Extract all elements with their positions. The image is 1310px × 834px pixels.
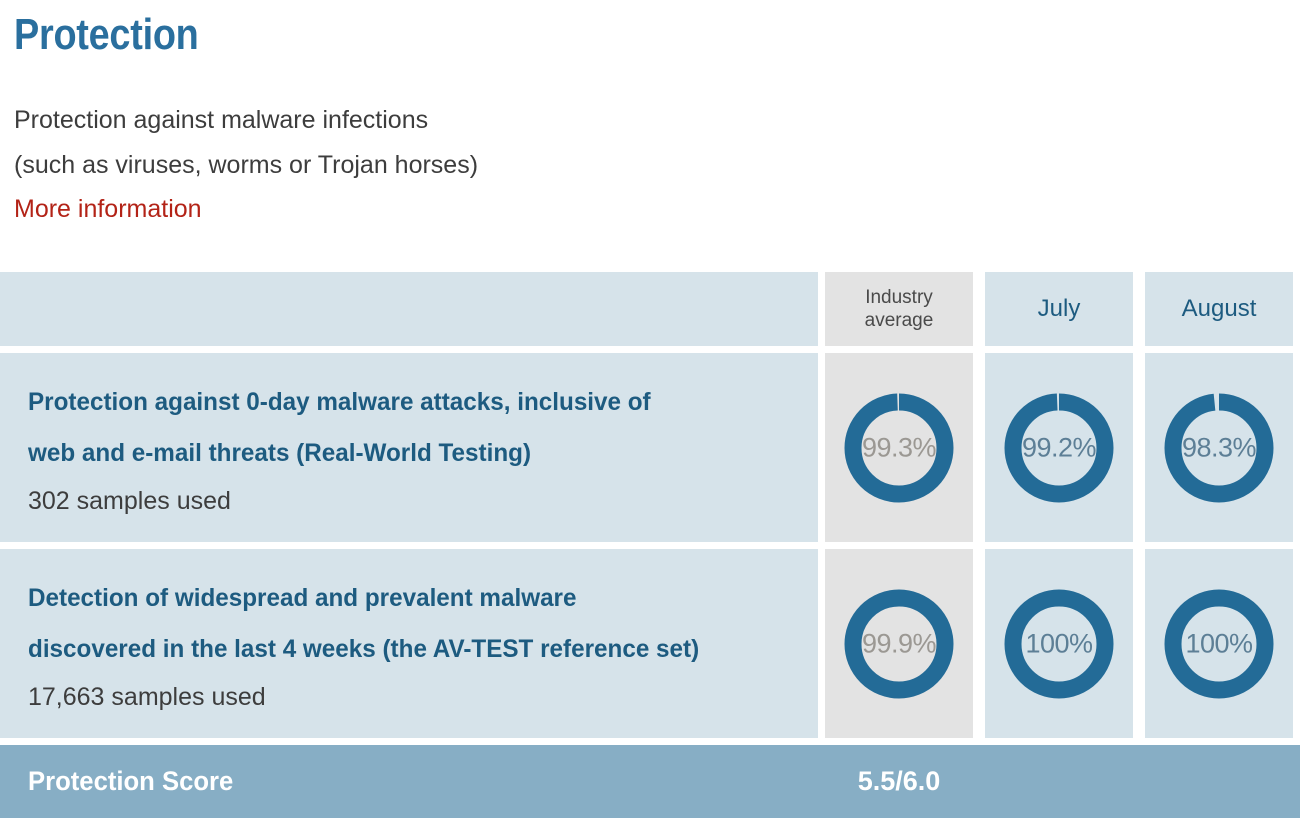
row-2-july-value: 100% <box>1025 628 1093 658</box>
row-2-title-line-1: Detection of widespread and prevalent ma… <box>28 584 577 612</box>
row-1-title-line-1: Protection against 0-day malware attacks… <box>28 388 651 416</box>
row-1-july-cell: 99.2% <box>985 353 1133 542</box>
table-row: Detection of widespread and prevalent ma… <box>0 549 1310 738</box>
protection-score-bar: Protection Score 5.5/6.0 <box>0 745 1300 818</box>
donut-chart-row-1-august: 98.3% <box>1160 389 1278 507</box>
intro-section: Protection Protection against malware in… <box>0 0 1310 231</box>
donut-chart-row-1-july: 99.2% <box>1000 389 1118 507</box>
description-block: Protection against malware infections (s… <box>14 98 1310 231</box>
row-2-title-line-2: discovered in the last 4 weeks (the AV-T… <box>28 635 700 663</box>
row-2-august-cell: 100% <box>1145 549 1293 738</box>
row-1-industry-cell: 99.3% <box>825 353 973 542</box>
row-1-august-cell: 98.3% <box>1145 353 1293 542</box>
column-header-industry-average: Industry average <box>825 272 973 346</box>
protection-report-panel: Protection Protection against malware in… <box>0 0 1310 834</box>
row-2-july-cell: 100% <box>985 549 1133 738</box>
more-information-link[interactable]: More information <box>14 188 202 231</box>
row-1-label-cell: Protection against 0-day malware attacks… <box>0 353 818 542</box>
row-2-samples: 17,663 samples used <box>28 683 266 711</box>
protection-score-label: Protection Score <box>28 766 234 796</box>
row-2-august-value: 100% <box>1185 628 1253 658</box>
row-1-august-value: 98.3% <box>1181 432 1257 462</box>
protection-score-value: 5.5/6.0 <box>857 766 941 796</box>
description-line-2: (such as viruses, worms or Trojan horses… <box>14 151 479 179</box>
column-header-july: July <box>985 272 1133 346</box>
page-title: Protection <box>14 10 199 59</box>
table-row: Protection against 0-day malware attacks… <box>0 353 1310 542</box>
donut-chart-row-2-industry: 99.9% <box>840 585 958 703</box>
table-header-blank-cell <box>0 272 818 346</box>
description-line-1: Protection against malware infections <box>14 106 429 134</box>
row-2-industry-value: 99.9% <box>861 628 937 658</box>
column-header-industry-average-label: Industry average <box>865 286 934 332</box>
industry-average-line-2: average <box>864 310 934 331</box>
donut-chart-row-2-august: 100% <box>1160 585 1278 703</box>
donut-chart-row-2-july: 100% <box>1000 585 1118 703</box>
row-1-samples: 302 samples used <box>28 487 231 515</box>
row-1-industry-value: 99.3% <box>861 432 937 462</box>
column-header-august: August <box>1145 272 1293 346</box>
table-header-row: Industry average July August <box>0 272 1310 346</box>
row-1-title-line-2: web and e-mail threats (Real-World Testi… <box>28 439 532 467</box>
donut-chart-row-1-industry: 99.3% <box>840 389 958 507</box>
row-2-industry-cell: 99.9% <box>825 549 973 738</box>
column-header-july-label: July <box>1037 295 1081 322</box>
row-1-july-value: 99.2% <box>1021 432 1097 462</box>
industry-average-line-1: Industry <box>865 287 933 308</box>
row-2-label-cell: Detection of widespread and prevalent ma… <box>0 549 818 738</box>
column-header-august-label: August <box>1181 295 1257 322</box>
results-table: Industry average July August Protection … <box>0 272 1310 745</box>
